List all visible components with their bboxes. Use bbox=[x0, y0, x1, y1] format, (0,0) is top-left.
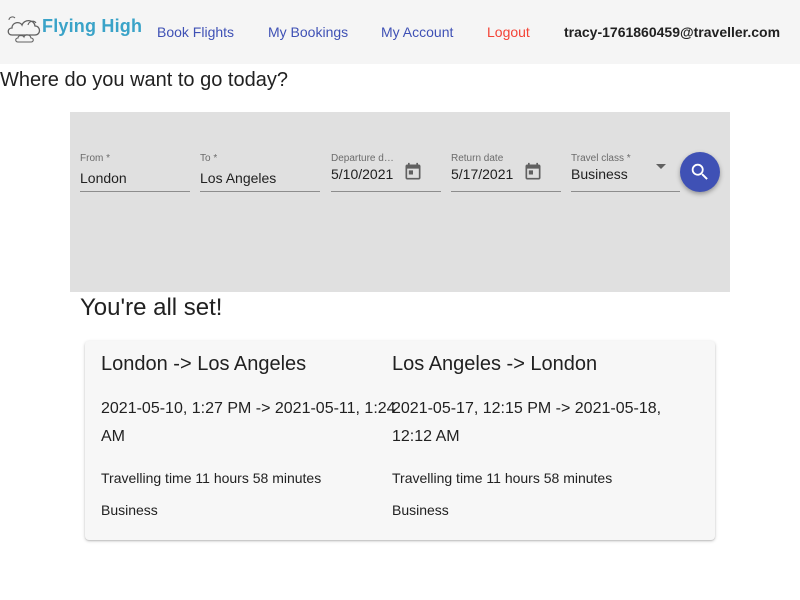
search-icon bbox=[691, 163, 708, 180]
return-route: Los Angeles -> London bbox=[392, 353, 598, 375]
calendar-icon[interactable] bbox=[521, 160, 545, 184]
outbound-duration: Travelling time 11 hours 58 minutes bbox=[101, 470, 322, 486]
travel-class-label: Travel class * bbox=[571, 153, 631, 164]
to-label: To * bbox=[200, 153, 218, 164]
booking-summary-card: London -> Los Angeles 2021-05-10, 1:27 P… bbox=[85, 341, 715, 540]
return-duration: Travelling time 11 hours 58 minutes bbox=[392, 470, 613, 486]
return-class: Business bbox=[392, 502, 449, 518]
chevron-down-icon[interactable] bbox=[656, 164, 666, 169]
nav-my-bookings[interactable]: My Bookings bbox=[268, 22, 348, 42]
nav-my-account[interactable]: My Account bbox=[381, 22, 453, 42]
logo[interactable]: Flying High bbox=[6, 11, 143, 43]
to-field[interactable]: To * bbox=[200, 148, 320, 192]
travel-class-value: Business bbox=[571, 166, 628, 182]
travel-class-select[interactable]: Travel class * Business bbox=[571, 148, 680, 192]
nav-logout[interactable]: Logout bbox=[487, 22, 530, 42]
from-label: From * bbox=[80, 153, 110, 164]
from-field[interactable]: From * bbox=[80, 148, 190, 192]
return-times: 2021-05-17, 12:15 PM -> 2021-05-18, 12:1… bbox=[392, 400, 662, 445]
to-input[interactable] bbox=[200, 170, 320, 186]
logo-text: Flying High bbox=[42, 16, 143, 36]
outbound-route: London -> Los Angeles bbox=[101, 353, 307, 375]
nav-book-flights[interactable]: Book Flights bbox=[157, 22, 234, 42]
cloud-icon bbox=[7, 16, 41, 43]
return-date-label: Return date bbox=[451, 153, 504, 164]
from-input[interactable] bbox=[80, 170, 190, 186]
search-button[interactable] bbox=[680, 152, 720, 192]
user-email: tracy-1761860459@traveller.com bbox=[564, 24, 781, 40]
departure-date-input[interactable]: 5/10/2021 bbox=[331, 166, 397, 182]
top-app-bar: Flying High Book Flights My Bookings My … bbox=[0, 0, 800, 64]
return-date-field[interactable]: Return date 5/17/2021 bbox=[451, 148, 561, 192]
departure-date-field[interactable]: Departure date 5/10/2021 bbox=[331, 148, 441, 192]
return-date-input[interactable]: 5/17/2021 bbox=[451, 166, 517, 182]
flight-search-panel: From * To * Departure date 5/10/2021 Ret… bbox=[70, 112, 730, 292]
outbound-class: Business bbox=[101, 502, 158, 518]
confirmation-heading: You're all set! bbox=[80, 294, 223, 321]
departure-date-label: Departure date bbox=[331, 153, 397, 164]
page-question: Where do you want to go today? bbox=[0, 69, 288, 91]
outbound-times: 2021-05-10, 1:27 PM -> 2021-05-11, 1:24 … bbox=[101, 400, 396, 445]
calendar-icon[interactable] bbox=[401, 160, 425, 184]
